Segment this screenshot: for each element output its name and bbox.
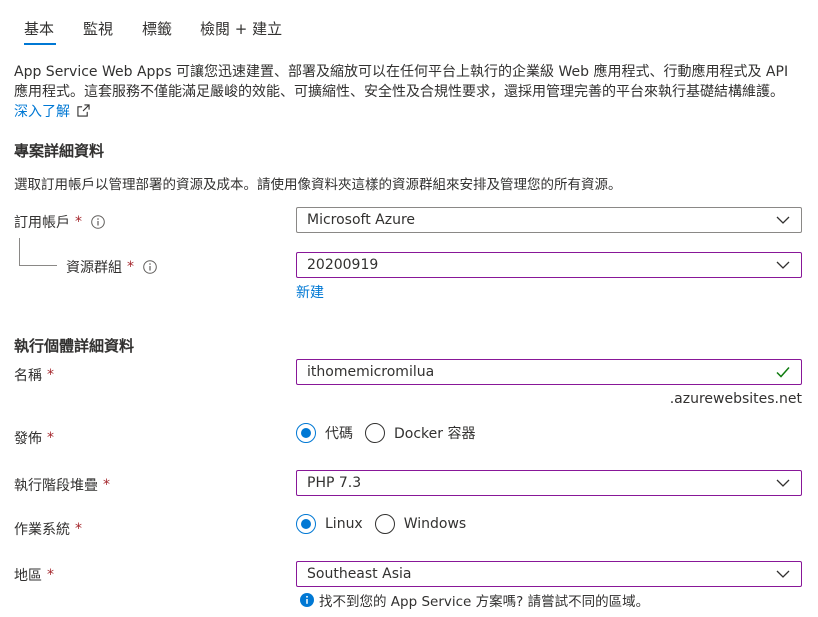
active-tab-indicator [24, 43, 56, 45]
subscription-label: 訂用帳戶 * [14, 212, 105, 232]
resource-group-value: 20200919 [307, 257, 379, 273]
tree-connector-horizontal [19, 265, 57, 266]
publish-label-text: 發佈 [14, 431, 42, 447]
os-label: 作業系統 * [14, 519, 82, 539]
subscription-label-text: 訂用帳戶 [14, 215, 70, 231]
external-link-icon [77, 104, 91, 117]
radio-selected-icon[interactable] [296, 514, 316, 534]
resource-group-label: 資源群組 * [66, 257, 157, 277]
required-marker: * [75, 214, 82, 230]
required-marker: * [47, 430, 54, 446]
runtime-stack-label-text: 執行階段堆疊 [14, 478, 98, 494]
tab-tags[interactable]: 標籤 [142, 18, 172, 39]
required-marker: * [75, 521, 82, 537]
required-marker: * [127, 259, 134, 275]
runtime-stack-value: PHP 7.3 [307, 475, 362, 491]
os-radio-group: Linux Windows [296, 514, 478, 534]
name-label: 名稱 * [14, 365, 54, 385]
required-marker: * [47, 367, 54, 383]
instance-details-title: 執行個體詳細資料 [14, 337, 135, 355]
chevron-down-icon [776, 216, 790, 224]
os-label-text: 作業系統 [14, 522, 70, 538]
app-name-input[interactable]: ithomemicromilua [296, 359, 802, 385]
tree-connector-vertical [19, 238, 20, 265]
tab-monitoring[interactable]: 監視 [83, 18, 113, 39]
resource-group-label-text: 資源群組 [66, 260, 122, 276]
subscription-dropdown[interactable]: Microsoft Azure [296, 207, 802, 233]
os-option-linux[interactable]: Linux [296, 514, 363, 534]
publish-option-code-label: 代碼 [325, 426, 353, 442]
tab-bar: 基本 監視 標籤 檢閱 + 建立 [0, 0, 818, 50]
os-option-windows[interactable]: Windows [374, 514, 467, 534]
intro-text: App Service Web Apps 可讓您迅速建置、部署及縮放可以在任何平… [14, 64, 789, 100]
publish-option-docker-label: Docker 容器 [394, 426, 476, 442]
region-dropdown[interactable]: Southeast Asia [296, 561, 802, 587]
intro-paragraph: App Service Web Apps 可讓您迅速建置、部署及縮放可以在任何平… [14, 62, 804, 122]
project-details-description: 選取訂用帳戶以管理部署的資源及成本。請使用像資料夾這樣的資源群組來安排及管理您的… [14, 177, 622, 193]
name-label-text: 名稱 [14, 368, 42, 384]
region-value: Southeast Asia [307, 566, 412, 582]
tab-basics[interactable]: 基本 [24, 18, 54, 39]
learn-more-link[interactable]: 深入了解 [14, 104, 70, 120]
chevron-down-icon [776, 261, 790, 269]
runtime-stack-label: 執行階段堆疊 * [14, 475, 110, 495]
radio-selected-icon[interactable] [296, 423, 316, 443]
region-label: 地區 * [14, 565, 54, 585]
checkmark-icon [776, 367, 790, 378]
required-marker: * [103, 477, 110, 493]
resource-group-dropdown[interactable]: 20200919 [296, 252, 802, 278]
chevron-down-icon [776, 479, 790, 487]
subscription-value: Microsoft Azure [307, 212, 416, 228]
os-option-linux-label: Linux [325, 516, 363, 532]
radio-unselected-icon[interactable] [374, 514, 395, 534]
publish-option-docker[interactable]: Docker 容器 [365, 423, 475, 443]
required-marker: * [47, 567, 54, 583]
chevron-down-icon [776, 570, 790, 578]
info-icon[interactable] [91, 215, 105, 229]
tab-review-create[interactable]: 檢閱 + 建立 [200, 18, 282, 39]
app-name-value: ithomemicromilua [307, 364, 435, 380]
create-new-resource-group-link[interactable]: 新建 [296, 282, 324, 302]
region-hint: 找不到您的 App Service 方案嗎? 請嘗試不同的區域。 [300, 590, 649, 610]
info-filled-icon [300, 593, 314, 607]
runtime-stack-dropdown[interactable]: PHP 7.3 [296, 470, 802, 496]
publish-radio-group: 代碼 Docker 容器 [296, 423, 487, 443]
region-hint-text: 找不到您的 App Service 方案嗎? 請嘗試不同的區域。 [319, 594, 650, 610]
radio-unselected-icon[interactable] [365, 423, 385, 443]
domain-suffix: .azurewebsites.net [669, 391, 802, 407]
region-label-text: 地區 [14, 568, 42, 584]
publish-option-code[interactable]: 代碼 [296, 423, 353, 443]
os-option-windows-label: Windows [403, 516, 467, 532]
publish-label: 發佈 * [14, 428, 54, 448]
project-details-title: 專案詳細資料 [14, 142, 105, 160]
info-icon[interactable] [143, 260, 157, 274]
